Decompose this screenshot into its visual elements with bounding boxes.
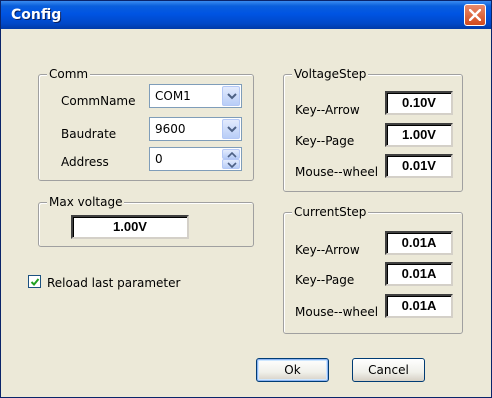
current-key-page-field[interactable]: 0.01A [385, 262, 453, 286]
current-key-arrow-field[interactable]: 0.01A [385, 231, 453, 255]
comm-name-select[interactable]: COM1 [149, 84, 242, 108]
address-spin-up[interactable] [222, 149, 240, 159]
comm-name-value: COM1 [155, 89, 191, 103]
config-dialog: Config Comm CommName COM1 Baudrate 9600 … [0, 0, 492, 398]
voltage-mouse-wheel-field[interactable]: 0.01V [385, 154, 453, 178]
comm-name-dropdown-button[interactable] [222, 86, 240, 106]
checkmark-icon [30, 278, 40, 286]
voltage-key-page-label: Key--Page [295, 134, 355, 148]
voltage-key-arrow-field[interactable]: 0.10V [385, 91, 453, 115]
window-title: Config [11, 7, 62, 23]
address-value: 0 [155, 152, 163, 166]
current-mouse-wheel-field[interactable]: 0.01A [385, 294, 453, 318]
current-key-page-label: Key--Page [295, 273, 355, 287]
close-icon [469, 9, 481, 21]
voltage-key-page-field[interactable]: 1.00V [385, 123, 453, 147]
title-bar[interactable]: Config [1, 1, 491, 29]
reload-label[interactable]: Reload last parameter [47, 276, 180, 290]
reload-checkbox[interactable] [28, 275, 41, 288]
voltage-key-arrow-label: Key--Arrow [295, 103, 360, 117]
current-mouse-wheel-label: Mouse--wheel [295, 305, 379, 319]
ok-button[interactable]: Ok [256, 358, 329, 382]
cancel-button[interactable]: Cancel [352, 358, 425, 382]
address-spinner[interactable]: 0 [149, 147, 242, 171]
address-spin-down[interactable] [222, 159, 240, 169]
baudrate-dropdown-button[interactable] [222, 119, 240, 139]
comm-name-label: CommName [61, 94, 136, 108]
baudrate-select[interactable]: 9600 [149, 117, 242, 141]
baudrate-label: Baudrate [61, 127, 117, 141]
spin-up-icon [227, 152, 237, 158]
current-step-legend: CurrentStep [292, 205, 369, 219]
max-voltage-legend: Max voltage [47, 195, 125, 209]
chevron-down-icon [227, 93, 237, 100]
spin-down-icon [227, 162, 237, 168]
current-key-arrow-label: Key--Arrow [295, 243, 360, 257]
voltage-step-legend: VoltageStep [292, 67, 369, 81]
chevron-down-icon [227, 126, 237, 133]
max-voltage-field[interactable]: 1.00V [71, 215, 189, 239]
address-label: Address [61, 155, 109, 169]
voltage-mouse-wheel-label: Mouse--wheel [295, 165, 379, 179]
comm-legend: Comm [47, 67, 91, 81]
close-button[interactable] [464, 4, 486, 26]
baudrate-value: 9600 [155, 122, 186, 136]
